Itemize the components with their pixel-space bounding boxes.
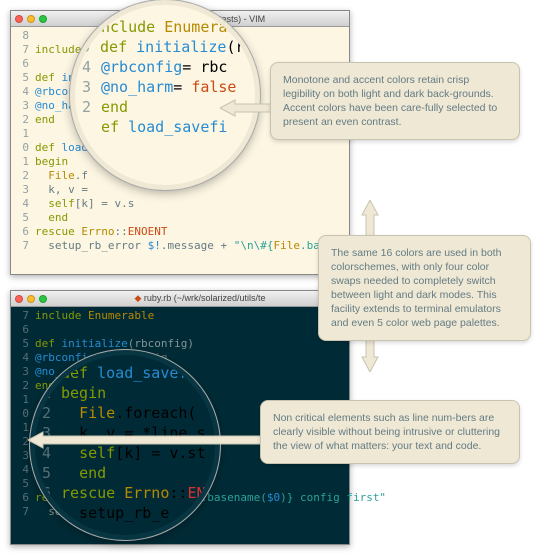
line-number: 4: [11, 197, 35, 211]
zoom-icon[interactable]: [39, 15, 47, 23]
window-controls[interactable]: [15, 295, 47, 303]
line-number: 4: [81, 57, 101, 77]
line-number: 7: [11, 505, 35, 519]
line-number: 4: [11, 351, 35, 365]
line-number: 2: [11, 113, 35, 127]
code-line: 7include Enumerable: [11, 309, 349, 323]
code-line: 5 end: [35, 463, 215, 483]
line-number: 1: [11, 127, 35, 141]
line-number: 2: [41, 403, 61, 423]
line-number: 7: [11, 43, 35, 57]
line-number: 0: [11, 407, 35, 421]
minimize-icon[interactable]: [27, 295, 35, 303]
callout-16-colors: The same 16 colors are used in both colo…: [318, 235, 531, 341]
code-line: 4@rbconfig= rbc: [75, 57, 255, 77]
line-number: 5: [11, 71, 35, 85]
zoom-icon[interactable]: [39, 295, 47, 303]
line-number: [81, 117, 101, 137]
line-number: 8: [11, 29, 35, 43]
line-number: 3: [11, 183, 35, 197]
arrow-up: [360, 200, 380, 240]
line-number: 2: [11, 169, 35, 183]
code-line: 5def initialize(rbconfig): [11, 337, 349, 351]
callout-accent-colors: Monotone and accent colors retain crisp …: [270, 62, 520, 140]
line-number: 2: [11, 379, 35, 393]
window-title-dark: ◆ ruby.rb (~/wrk/solarized/utils/te: [55, 293, 345, 304]
line-number: 7: [11, 309, 35, 323]
line-number: 0: [11, 141, 35, 155]
line-number: 5: [11, 337, 35, 351]
code-line: 1begin: [35, 383, 215, 403]
code-line: 6: [11, 323, 349, 337]
line-number: 5: [11, 211, 35, 225]
titlebar-dark: ◆ ruby.rb (~/wrk/solarized/utils/te: [11, 291, 349, 307]
window-controls[interactable]: [15, 15, 47, 23]
line-number: 6: [11, 225, 35, 239]
code-line: 4@rbconfig = rbconfig: [11, 351, 349, 365]
line-number: 1: [11, 393, 35, 407]
code-line: 2 File.foreach(: [35, 403, 215, 423]
code-line: 4 self[k] = v.s: [11, 197, 349, 211]
code-line: 3@no_harm= false: [75, 77, 255, 97]
close-icon[interactable]: [15, 295, 23, 303]
line-number: 5: [11, 477, 35, 491]
line-number: 4: [11, 85, 35, 99]
line-number: 6: [11, 491, 35, 505]
close-icon[interactable]: [15, 15, 23, 23]
line-number: 2: [81, 97, 101, 117]
code-line: 5 end: [11, 211, 349, 225]
line-number: 1: [11, 155, 35, 169]
arrow-bottom: [28, 430, 262, 450]
line-number: 6: [11, 57, 35, 71]
code-line: 5def initialize(rbc: [75, 37, 255, 57]
line-number: 6: [11, 323, 35, 337]
code-line: 6rescue Errno::EN: [35, 483, 215, 503]
magnifier-light: nclude Enumerab5def initialize(rbc4@rbco…: [70, 0, 260, 190]
line-number: 7: [11, 239, 35, 253]
callout-line-numbers: Non critical elements such as line num-b…: [260, 400, 520, 464]
code-line: 6rescue Errno::ENOENT: [11, 225, 349, 239]
line-number: 3: [11, 365, 35, 379]
line-number: 3: [11, 99, 35, 113]
ruby-icon: ◆: [134, 293, 141, 303]
line-number: 5: [41, 463, 61, 483]
line-number: 3: [81, 77, 101, 97]
code-line: 7 setup_rb_error $!.message + "\n\#{File…: [11, 239, 349, 253]
code-line: ef load_savefi: [75, 117, 255, 137]
minimize-icon[interactable]: [27, 15, 35, 23]
